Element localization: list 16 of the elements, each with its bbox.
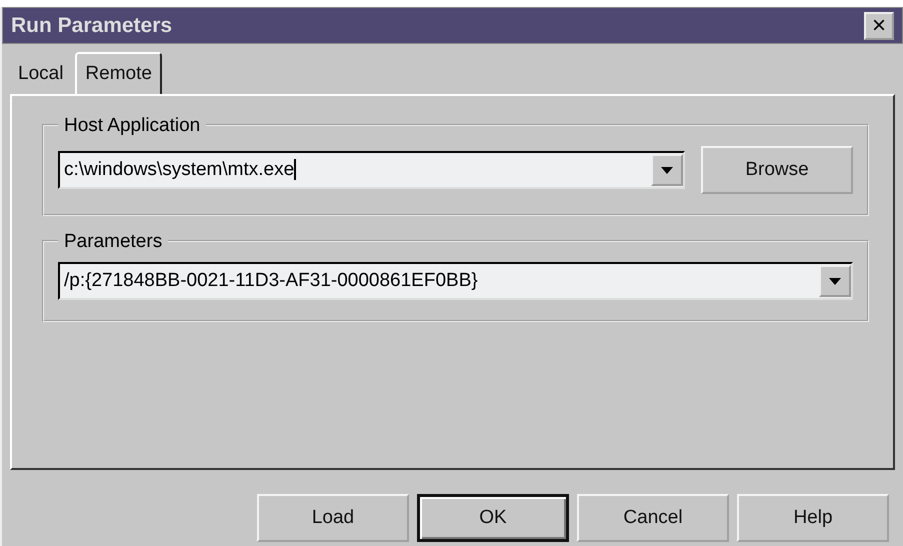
dialog-button[interactable]: Cancel — [577, 494, 729, 542]
dialog-button[interactable]: Help — [737, 494, 889, 542]
dropdown-button[interactable] — [819, 265, 851, 297]
combo-box[interactable]: c:\windows\system\mtx.exe — [58, 151, 685, 189]
caret-icon — [661, 166, 673, 174]
window-title: Run Parameters — [11, 12, 172, 39]
caret-icon — [829, 278, 841, 284]
combo-value: /p:{271848BB-0021-11D3-AF31-0000861EF0BB} — [63, 268, 479, 293]
browse-button[interactable]: Browse — [701, 146, 853, 194]
dropdown-button[interactable] — [651, 154, 683, 186]
dialog-button[interactable]: Load — [257, 494, 409, 542]
combo-value: c:\windows\system\mtx.exe — [63, 158, 298, 182]
close-button[interactable]: × — [864, 12, 894, 40]
tab[interactable]: Remote — [75, 52, 162, 94]
dialog-button[interactable]: OK — [417, 494, 569, 542]
combo-box[interactable]: /p:{271848BB-0021-11D3-AF31-0000861EF0BB} — [58, 262, 853, 300]
